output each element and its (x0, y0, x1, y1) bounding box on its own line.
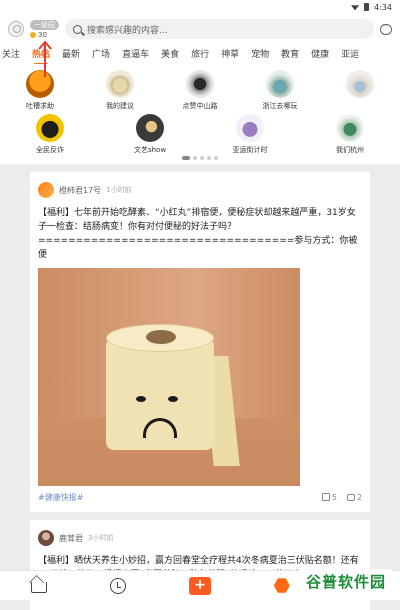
suggestions-icon (106, 70, 134, 98)
page-dot (214, 156, 218, 160)
tab-education[interactable]: 教育 (281, 47, 299, 62)
tab-health[interactable]: 健康 (311, 47, 329, 62)
post-image[interactable] (38, 268, 300, 486)
category-label: 文艺show (133, 146, 167, 154)
zhongshan-road-icon (186, 70, 214, 98)
category-row: 吐槽求助 我的建议 点赞中山路 浙江去哪玩 (0, 70, 400, 114)
status-bar: 4:34 (0, 0, 400, 14)
create-post-button[interactable]: + (188, 576, 211, 595)
page-dot (200, 156, 204, 160)
post-header: 橙柿君17号 1小时前 (38, 182, 362, 198)
category-suggestions[interactable]: 我的建议 (90, 70, 150, 114)
post-header: 鹿茸君 3小时前 (38, 530, 362, 546)
tab-travel[interactable]: 旅行 (191, 47, 209, 62)
category-label: 全民反诈 (36, 146, 64, 154)
community-icon[interactable] (273, 578, 290, 593)
category-zhejiang-travel[interactable]: 浙江去哪玩 (250, 70, 310, 114)
tab-latest[interactable]: 最新 (62, 47, 80, 62)
comment-count: 2 (356, 493, 362, 502)
user-level[interactable]: 一级园 30 (30, 19, 59, 39)
category-label: 我们杭州 (336, 146, 364, 154)
page-dot (207, 156, 211, 160)
tab-pets[interactable]: 宠物 (251, 47, 269, 62)
post-text: 【福利】七年前开始吃酵素、“小红丸”排宿便，便秘症状却越来越严重，31岁女子一检… (38, 208, 358, 260)
coin-icon (30, 31, 36, 38)
tab-direct[interactable]: 直逼车 (122, 47, 149, 62)
page-dot (193, 156, 197, 160)
anti-fraud-icon (36, 114, 64, 142)
tab-food[interactable]: 美食 (161, 47, 179, 62)
author-avatar[interactable] (38, 182, 54, 198)
home-icon[interactable] (31, 582, 48, 593)
category-row: 全民反诈 文艺show 亚运街计时 我们杭州 (0, 114, 400, 158)
category-complaints[interactable]: 吐槽求助 (10, 70, 70, 114)
tab-follow[interactable]: 关注 (2, 47, 20, 62)
category-label: 浙江去哪玩 (262, 102, 298, 110)
wifi-icon (351, 5, 360, 11)
art-show-icon (136, 114, 164, 142)
page-indicator (0, 156, 400, 160)
author-name[interactable]: 橙柿君17号 (59, 185, 101, 196)
building-icon (346, 70, 374, 98)
post-actions: 5 2 (38, 493, 362, 502)
right-eye (168, 396, 178, 402)
tab-hot[interactable]: 热帖 (32, 47, 50, 64)
post-time: 3小时前 (88, 534, 114, 542)
message-icon[interactable] (380, 20, 392, 35)
search-bar[interactable]: 搜索感兴趣的内容... (65, 19, 374, 39)
hangzhou-icon (336, 114, 364, 142)
user-avatar[interactable] (8, 21, 24, 37)
watermark: 谷普软件园 (299, 569, 392, 594)
status-time: 4:34 (374, 2, 392, 12)
coin-value: 30 (38, 30, 47, 39)
thumb-up-icon (321, 493, 330, 501)
post-time: 1小时前 (106, 186, 132, 194)
zhejiang-travel-icon (266, 70, 294, 98)
search-placeholder: 搜索感兴趣的内容... (87, 25, 168, 36)
category-extra[interactable] (330, 70, 390, 114)
comment-icon (346, 494, 355, 501)
level-badge: 一级园 (30, 19, 59, 30)
category-label: 亚运街计时 (232, 146, 268, 154)
search-icon (73, 24, 82, 34)
complaints-icon (26, 70, 54, 98)
comment-button[interactable]: 2 (346, 493, 362, 502)
category-grid: 吐槽求助 我的建议 点赞中山路 浙江去哪玩 全民反诈 文艺show 亚运街计时 … (0, 64, 400, 164)
page-dot (182, 156, 190, 160)
category-label: 我的建议 (106, 102, 134, 110)
top-bar: 一级园 30 搜索感兴趣的内容... (0, 14, 400, 44)
tab-asian-games[interactable]: 亚运 (341, 47, 359, 62)
category-tabs: 关注 热帖 最新 广场 直逼车 美食 旅行 神草 宠物 教育 健康 亚运 (0, 44, 400, 64)
category-label: 吐槽求助 (26, 102, 54, 110)
category-art-show[interactable]: 文艺show (120, 114, 180, 158)
author-avatar[interactable] (38, 530, 54, 546)
category-zhongshan-road[interactable]: 点赞中山路 (170, 70, 230, 114)
post-card[interactable]: 橙柿君17号 1小时前 【福利】七年前开始吃酵素、“小红丸”排宿便，便秘症状却越… (30, 172, 370, 512)
category-our-hangzhou[interactable]: 我们杭州 (320, 114, 380, 158)
like-count: 5 (331, 493, 337, 502)
like-button[interactable]: 5 (321, 493, 337, 502)
battery-icon (364, 3, 370, 11)
history-icon[interactable] (110, 577, 127, 594)
tab-grass[interactable]: 神草 (221, 47, 239, 62)
roll-hole (146, 330, 176, 344)
category-label: 点赞中山路 (182, 102, 218, 110)
tab-square[interactable]: 广场 (92, 47, 110, 62)
countdown-icon (236, 114, 264, 142)
author-name[interactable]: 鹿茸君 (59, 533, 83, 544)
category-anti-fraud[interactable]: 全民反诈 (20, 114, 80, 158)
coin-count: 30 (30, 31, 59, 39)
left-eye (136, 396, 146, 402)
category-asian-games-countdown[interactable]: 亚运街计时 (220, 114, 280, 158)
